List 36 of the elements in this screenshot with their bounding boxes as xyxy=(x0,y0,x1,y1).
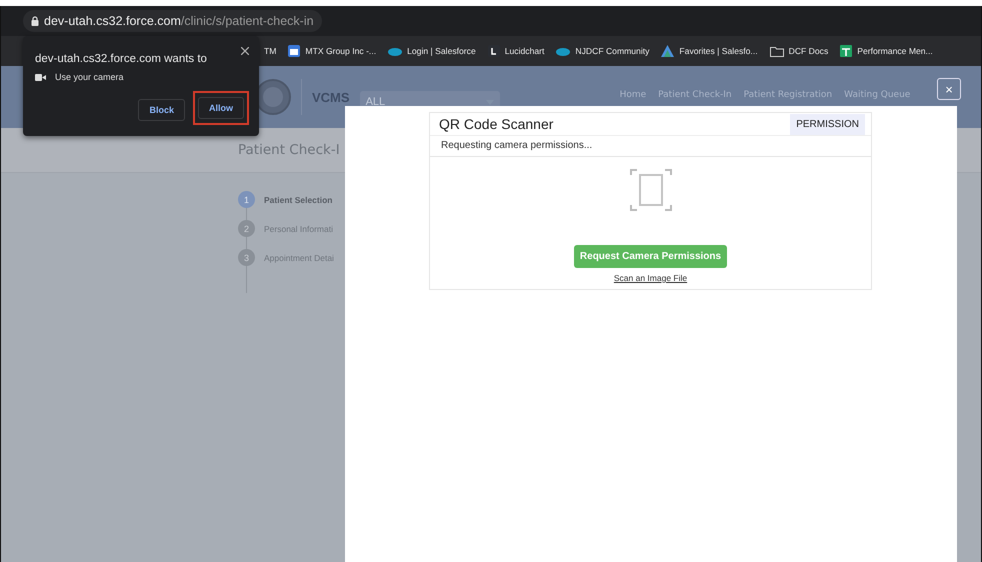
scan-frame-icon xyxy=(630,169,672,211)
popup-button[interactable]: Allow xyxy=(198,97,244,119)
step-number: 2 xyxy=(238,220,255,237)
lock-icon xyxy=(31,16,39,26)
bookmark[interactable]: NJDCF Community xyxy=(556,46,650,56)
step-number: 3 xyxy=(238,249,255,266)
camera-icon xyxy=(35,74,46,80)
folder-icon xyxy=(770,46,784,56)
bookmark[interactable]: DCF Docs xyxy=(770,46,828,56)
status-text: Requesting camera permissions... xyxy=(430,136,871,157)
permission-request: Use your camera xyxy=(55,72,124,82)
spreadsheet-icon xyxy=(840,45,852,57)
scan-image-link[interactable]: Scan an Image File xyxy=(614,273,688,283)
url-text: dev-utah.cs32.force.com/clinic/s/patient-check-in xyxy=(44,14,314,28)
address-bar[interactable]: dev-utah.cs32.force.com/clinic/s/patient-check-in xyxy=(23,10,322,32)
calendar-icon xyxy=(288,45,300,57)
bookmark[interactable]: Login | Salesforce xyxy=(388,46,476,56)
step-label: Personal Informati xyxy=(264,224,333,234)
bookmark[interactable]: TM xyxy=(264,46,276,56)
close-icon[interactable] xyxy=(241,47,249,55)
cloud-icon xyxy=(556,46,570,56)
step-label: Appointment Detai xyxy=(264,252,334,262)
close-button[interactable]: × xyxy=(937,78,961,100)
scanner-title: QR Code Scanner xyxy=(439,116,554,132)
bookmark[interactable]: Favorites | Salesfo... xyxy=(661,45,758,57)
bookmark[interactable]: Performance Men... xyxy=(840,45,933,57)
permission-badge: PERMISSION xyxy=(790,114,865,134)
step-label: Patient Selection xyxy=(264,194,332,204)
popup-title: dev-utah.cs32.force.com wants to xyxy=(35,53,207,65)
triangle-icon xyxy=(661,45,674,57)
popup-button[interactable]: Block xyxy=(138,99,185,121)
cloud-icon xyxy=(388,46,402,56)
page-title: Patient Check-I xyxy=(238,142,340,158)
step-number: 1 xyxy=(238,191,255,208)
bookmark[interactable]: Lucidchart xyxy=(488,45,544,57)
bookmark[interactable]: MTX Group Inc -... xyxy=(288,45,376,57)
